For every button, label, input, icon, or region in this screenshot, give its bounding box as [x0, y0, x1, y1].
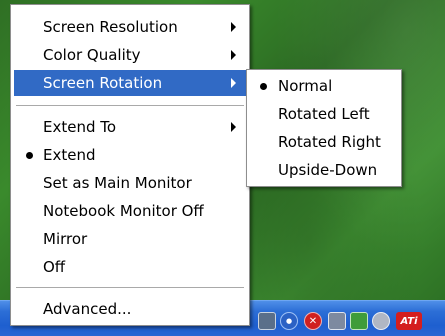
- menu-item-screen-resolution[interactable]: Screen Resolution: [14, 14, 246, 40]
- menu-item-label: Advanced...: [43, 300, 132, 318]
- submenu-item-upside-down[interactable]: Upside-Down: [250, 157, 398, 183]
- menu-item-off[interactable]: Off: [14, 254, 246, 280]
- submenu-item-normal[interactable]: Normal: [250, 73, 398, 99]
- menu-item-notebook-monitor-off[interactable]: Notebook Monitor Off: [14, 198, 246, 224]
- safely-remove-icon[interactable]: [350, 312, 368, 330]
- submenu-item-label: Rotated Right: [278, 133, 381, 151]
- menu-item-advanced[interactable]: Advanced...: [14, 296, 246, 322]
- submenu-arrow-icon: [231, 78, 236, 88]
- submenu-item-rotated-left[interactable]: Rotated Left: [250, 101, 398, 127]
- submenu-item-label: Upside-Down: [278, 161, 378, 179]
- checked-bullet-icon: [26, 152, 33, 159]
- menu-item-extend[interactable]: Extend: [14, 142, 246, 168]
- display-icon[interactable]: [328, 312, 346, 330]
- monitor-icon[interactable]: [258, 312, 276, 330]
- network-icon[interactable]: ●: [280, 312, 298, 330]
- menu-item-extend-to[interactable]: Extend To: [14, 114, 246, 140]
- menu-item-label: Screen Resolution: [43, 18, 178, 36]
- submenu-item-label: Rotated Left: [278, 105, 370, 123]
- ati-icon[interactable]: ATi: [396, 312, 422, 330]
- submenu-arrow-icon: [231, 22, 236, 32]
- menu-item-screen-rotation[interactable]: Screen Rotation: [14, 70, 246, 96]
- menu-item-label: Set as Main Monitor: [43, 174, 192, 192]
- menu-item-label: Off: [43, 258, 66, 276]
- menu-item-label: Mirror: [43, 230, 88, 248]
- screen-rotation-submenu: Normal Rotated Left Rotated Right Upside…: [246, 69, 402, 187]
- display-context-menu: Screen Resolution Color Quality Screen R…: [10, 4, 250, 326]
- menu-item-label: Extend To: [43, 118, 117, 136]
- menu-item-label: Extend: [43, 146, 96, 164]
- menu-item-label: Screen Rotation: [43, 74, 163, 92]
- submenu-item-rotated-right[interactable]: Rotated Right: [250, 129, 398, 155]
- submenu-arrow-icon: [231, 122, 236, 132]
- submenu-arrow-icon: [231, 50, 236, 60]
- menu-separator: [16, 105, 244, 106]
- checked-bullet-icon: [260, 83, 267, 90]
- menu-item-set-as-main-monitor[interactable]: Set as Main Monitor: [14, 170, 246, 196]
- menu-item-label: Color Quality: [43, 46, 141, 64]
- menu-item-color-quality[interactable]: Color Quality: [14, 42, 246, 68]
- menu-item-mirror[interactable]: Mirror: [14, 226, 246, 252]
- menu-separator: [16, 287, 244, 288]
- menu-item-label: Notebook Monitor Off: [43, 202, 204, 220]
- volume-icon[interactable]: [372, 312, 390, 330]
- security-shield-icon[interactable]: ✕: [304, 312, 322, 330]
- submenu-item-label: Normal: [278, 77, 333, 95]
